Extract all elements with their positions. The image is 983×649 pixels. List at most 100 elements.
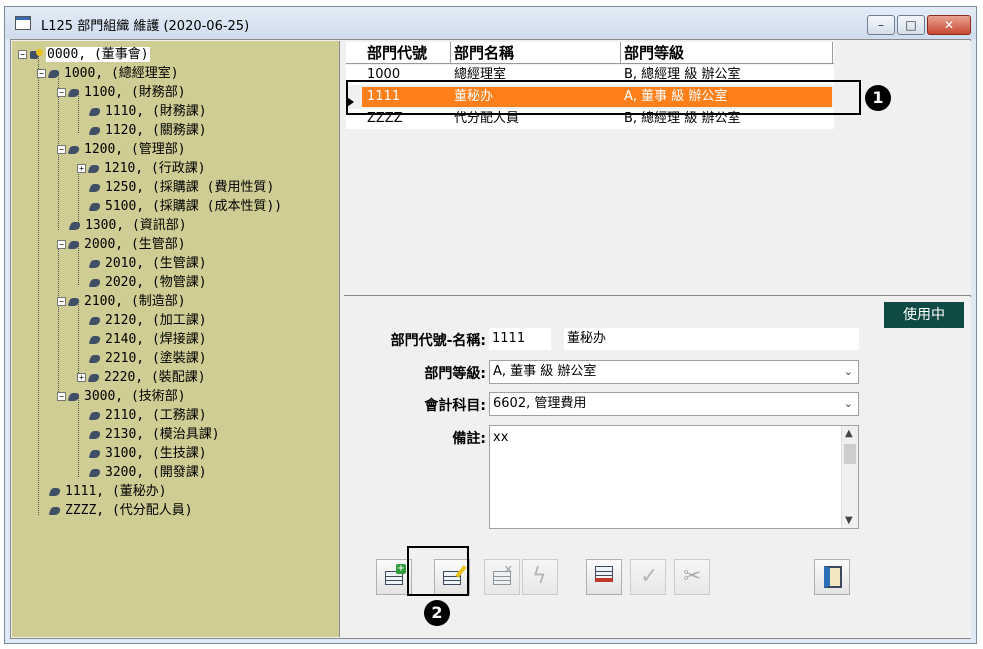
department-icon	[88, 202, 102, 211]
code-field[interactable]: 1111	[489, 328, 551, 350]
board-icon	[30, 48, 44, 61]
department-icon	[88, 430, 102, 439]
tree-node[interactable]: ZZZZ, (代分配人員)	[48, 501, 193, 520]
tree-node[interactable]: +2220, (裝配課)	[77, 368, 206, 387]
tree-node[interactable]: −1100, (財務部)	[57, 83, 186, 102]
code-name-label: 部門代號-名稱:	[390, 333, 486, 349]
collapse-icon[interactable]: −	[57, 145, 66, 154]
window-title: L125 部門組織 維護 (2020-06-25)	[41, 19, 250, 34]
scissors-icon: ✂	[683, 564, 702, 589]
department-icon	[88, 354, 102, 363]
scroll-down-icon[interactable]: ▼	[845, 515, 853, 526]
department-icon	[88, 107, 102, 116]
expand-icon[interactable]: +	[77, 373, 86, 382]
check-icon: ✓	[640, 564, 659, 589]
department-icon	[68, 221, 82, 230]
tree-node[interactable]: 3100, (生技課)	[88, 444, 207, 463]
column-header-name[interactable]: 部門名稱	[451, 42, 621, 64]
client-area: −0000, (董事會) −1000, (總經理室) −1100, (財務部) …	[10, 39, 971, 639]
tree-node[interactable]: −2100, (制造部)	[57, 292, 186, 311]
plus-icon: +	[396, 563, 406, 574]
cancel-button[interactable]: ✂	[674, 559, 710, 595]
collapse-icon[interactable]: −	[57, 240, 66, 249]
tree-node[interactable]: −1000, (總經理室)	[37, 64, 179, 83]
name-field[interactable]: 董秘办	[564, 328, 859, 350]
tree-node[interactable]: 1300, (資訊部)	[68, 216, 187, 235]
department-icon	[88, 411, 102, 420]
department-icon	[88, 259, 102, 268]
column-header-level[interactable]: 部門等級	[621, 42, 833, 64]
department-icon	[48, 487, 62, 496]
delete-record-button[interactable]: ✕	[484, 559, 520, 595]
grid-header: 部門代號 部門名稱 部門等級	[346, 42, 834, 64]
department-icon	[67, 145, 81, 154]
tree-node[interactable]: 2210, (塗裝課)	[88, 349, 207, 368]
tree-root[interactable]: − 0000, (董事會)	[18, 45, 150, 64]
department-tree[interactable]: −0000, (董事會) −1000, (總經理室) −1100, (財務部) …	[12, 41, 340, 637]
level-select[interactable]: A, 董事 級 辦公室 ⌄	[489, 360, 859, 384]
tree-node[interactable]: −3000, (技術部)	[57, 387, 186, 406]
collapse-icon[interactable]: −	[57, 88, 66, 97]
tree-node[interactable]: 2110, (工務課)	[88, 406, 207, 425]
scroll-thumb[interactable]	[844, 444, 856, 464]
department-icon	[87, 164, 101, 173]
tree-node[interactable]: 2020, (物管課)	[88, 273, 207, 292]
save-button[interactable]: ✓	[630, 559, 666, 595]
collapse-icon[interactable]: −	[18, 50, 27, 59]
column-header-code[interactable]: 部門代號	[364, 42, 451, 64]
account-label: 會計科目:	[424, 398, 486, 414]
tree-node[interactable]: 5100, (採購課 (成本性質))	[88, 197, 282, 216]
memo-textarea[interactable]: xx ▲ ▼	[489, 425, 859, 529]
exit-icon	[824, 566, 842, 588]
expand-icon[interactable]: +	[77, 164, 86, 173]
department-icon	[48, 506, 62, 515]
memo-scrollbar[interactable]: ▲ ▼	[841, 426, 858, 528]
department-icon	[67, 297, 81, 306]
status-badge: 使用中	[884, 302, 964, 328]
tree-node[interactable]: 1110, (財務課)	[88, 102, 207, 121]
memo-label: 備註:	[452, 431, 486, 447]
title-bar: L125 部門組織 維護 (2020-06-25) – □ ✕	[5, 7, 976, 39]
department-icon	[88, 278, 102, 287]
department-icon	[87, 373, 101, 382]
department-icon	[88, 335, 102, 344]
department-icon	[88, 126, 102, 135]
delete-icon: ✕	[503, 563, 513, 576]
tree-node[interactable]: 2140, (焊接課)	[88, 330, 207, 349]
marker-2: 2	[424, 600, 450, 626]
department-icon	[88, 183, 102, 192]
quick-action-button[interactable]: ϟ	[522, 559, 558, 595]
tree-node[interactable]: 3200, (開發課)	[88, 463, 207, 482]
tree-line	[78, 397, 79, 477]
collapse-icon[interactable]: −	[57, 297, 66, 306]
tree-node[interactable]: 1120, (關務課)	[88, 121, 207, 140]
tree-line	[58, 245, 59, 400]
tree-node[interactable]: 1111, (董秘办)	[48, 482, 167, 501]
tree-node[interactable]: 2010, (生管課)	[88, 254, 207, 273]
lightning-icon: ϟ	[532, 564, 547, 589]
query-button[interactable]	[586, 559, 622, 595]
maximize-button[interactable]: □	[897, 15, 925, 35]
tree-node[interactable]: 1250, (採購課 (費用性質)	[88, 178, 274, 197]
chevron-down-icon[interactable]: ⌄	[844, 393, 853, 415]
marker-1: 1	[865, 85, 891, 111]
account-select[interactable]: 6602, 管理費用 ⌄	[489, 392, 859, 416]
tree-node[interactable]: 2120, (加工課)	[88, 311, 207, 330]
collapse-icon[interactable]: −	[37, 69, 46, 78]
department-icon	[67, 88, 81, 97]
tree-node[interactable]: −2000, (生管部)	[57, 235, 186, 254]
minimize-button[interactable]: –	[867, 15, 895, 35]
tree-root-label: 0000, (董事會)	[46, 47, 150, 62]
app-icon	[15, 16, 31, 30]
collapse-icon[interactable]: −	[57, 392, 66, 401]
department-icon	[47, 69, 61, 78]
exit-button[interactable]	[814, 559, 850, 595]
tree-node[interactable]: +1210, (行政課)	[77, 159, 206, 178]
scroll-up-icon[interactable]: ▲	[845, 428, 853, 439]
chevron-down-icon[interactable]: ⌄	[844, 361, 853, 383]
close-button[interactable]: ✕	[927, 15, 971, 35]
tree-node[interactable]: 2130, (模治具課)	[88, 425, 220, 444]
tree-line	[38, 55, 39, 515]
tree-node[interactable]: −1200, (管理部)	[57, 140, 186, 159]
department-icon	[88, 316, 102, 325]
